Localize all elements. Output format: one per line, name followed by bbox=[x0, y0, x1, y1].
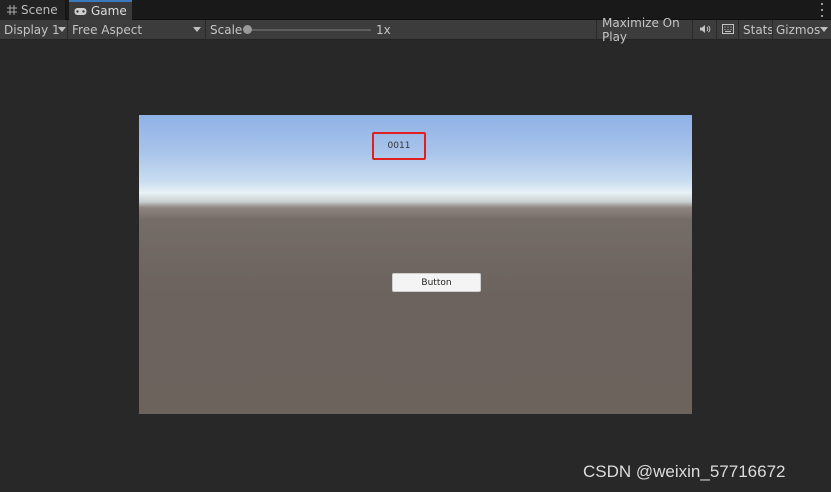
aspect-dropdown[interactable]: Free Aspect bbox=[68, 20, 206, 39]
counter-text: 0011 bbox=[387, 141, 411, 151]
grid-icon bbox=[7, 5, 17, 15]
stats-button[interactable]: Stats bbox=[738, 20, 774, 39]
gamepad-icon bbox=[74, 7, 87, 16]
chevron-down-icon bbox=[58, 27, 66, 32]
keyboard-shortcuts-button[interactable] bbox=[716, 20, 738, 39]
scale-label: Scale bbox=[210, 22, 243, 37]
game-ui-button[interactable]: Button bbox=[392, 273, 481, 292]
chevron-down-icon bbox=[193, 27, 201, 32]
display-dropdown[interactable]: Display 1 bbox=[0, 20, 68, 39]
scale-slider[interactable] bbox=[247, 29, 371, 31]
mute-audio-button[interactable] bbox=[692, 20, 716, 39]
scale-value: 1x bbox=[376, 22, 391, 37]
game-viewport[interactable]: 0011 Button bbox=[139, 115, 692, 414]
tab-game-label: Game bbox=[91, 4, 127, 18]
watermark: CSDN @weixin_57716672 bbox=[583, 462, 786, 481]
aspect-dropdown-label: Free Aspect bbox=[72, 22, 143, 37]
tab-scene[interactable]: Scene bbox=[0, 0, 66, 20]
display-dropdown-label: Display 1 bbox=[4, 22, 60, 37]
tab-bar: Scene Game bbox=[0, 0, 831, 20]
gizmos-dropdown[interactable]: Gizmos bbox=[772, 20, 831, 39]
tab-game[interactable]: Game bbox=[69, 0, 132, 20]
more-options-icon[interactable] bbox=[819, 2, 825, 18]
tab-scene-label: Scene bbox=[21, 3, 58, 17]
game-ui-button-label: Button bbox=[421, 277, 452, 288]
keyboard-icon bbox=[721, 23, 734, 37]
gizmos-label: Gizmos bbox=[776, 22, 821, 37]
game-toolbar: Display 1 Free Aspect Scale 1x Maximize … bbox=[0, 16, 831, 44]
chevron-down-icon bbox=[820, 27, 828, 32]
maximize-on-play-button[interactable]: Maximize On Play bbox=[596, 16, 692, 44]
unity-editor-window: Scene Game Display 1 Free Aspect Scale 1… bbox=[0, 0, 831, 492]
scale-slider-handle[interactable] bbox=[243, 25, 252, 34]
speaker-icon bbox=[699, 23, 711, 37]
